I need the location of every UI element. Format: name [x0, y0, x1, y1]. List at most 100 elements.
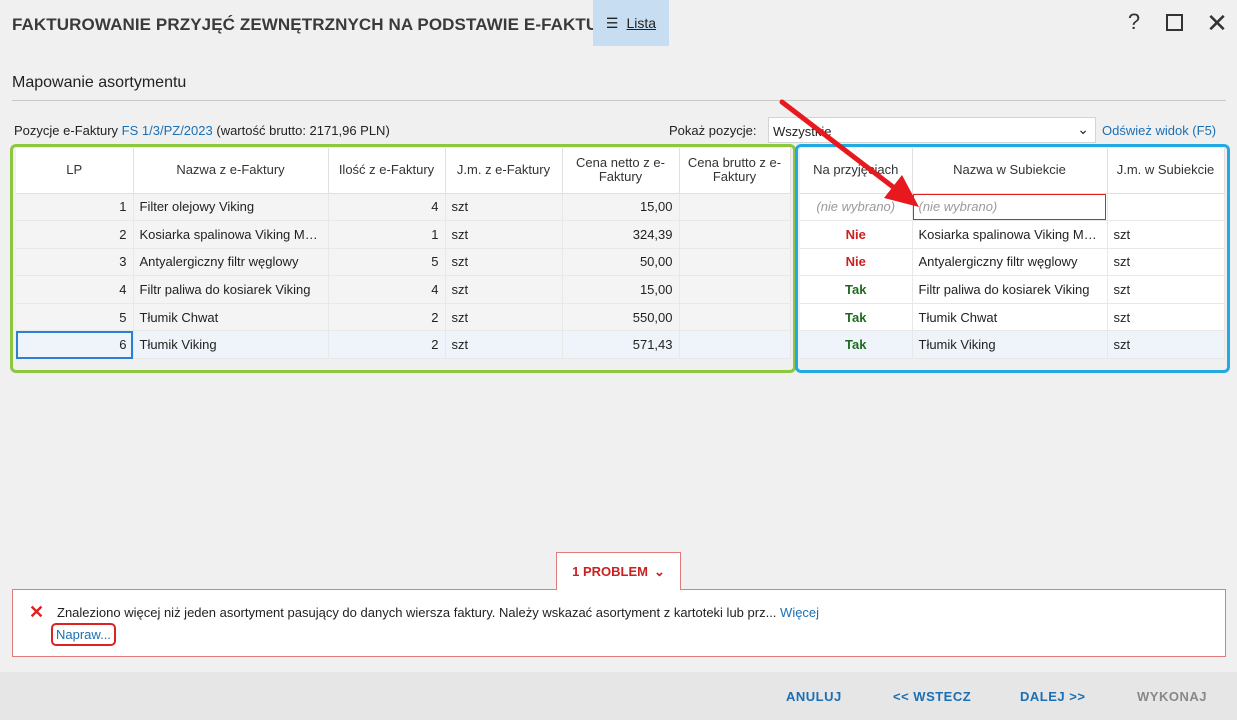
subiekt-name-cell[interactable]: (nie wybrano)	[912, 193, 1108, 222]
show-items-value: Wszystkie	[773, 124, 832, 139]
subiekt-unit-cell[interactable]	[1107, 193, 1225, 222]
window-title: FAKTUROWANIE PRZYJĘĆ ZEWNĘTRZNYCH NA POD…	[12, 15, 622, 34]
refresh-view-link[interactable]: Odśwież widok (F5)	[1102, 123, 1216, 138]
close-icon[interactable]: ✕	[1203, 8, 1231, 39]
table-row[interactable]: 5 Tłumik Chwat 2 szt 550,00	[16, 303, 791, 332]
subiekt-unit-cell[interactable]: szt	[1107, 275, 1225, 304]
table-row[interactable]: Nie Antyalergiczny filtr węglowy szt	[800, 248, 1225, 277]
help-icon[interactable]: ?	[1120, 9, 1148, 35]
gross-price-cell[interactable]	[679, 330, 791, 360]
problem-more-link[interactable]: Więcej	[780, 605, 819, 620]
unit-cell[interactable]: szt	[445, 275, 563, 304]
column-header[interactable]: Nazwa w Subiekcie	[912, 148, 1108, 194]
on-receipt-cell[interactable]: Nie	[800, 220, 913, 249]
name-cell[interactable]: Antyalergiczny filtr węglowy	[133, 248, 329, 277]
table-row[interactable]: 3 Antyalergiczny filtr węglowy 5 szt 50,…	[16, 248, 791, 277]
problem-tab[interactable]: 1 PROBLEM ⌄	[556, 552, 681, 590]
column-header[interactable]: Nazwa z e-Faktury	[133, 148, 329, 194]
on-receipt-cell[interactable]: Tak	[800, 275, 913, 304]
lp-cell[interactable]: 6	[16, 330, 134, 360]
on-receipt-cell[interactable]: Tak	[800, 303, 913, 332]
name-cell[interactable]: Tłumik Viking	[133, 330, 329, 360]
name-cell[interactable]: Kosiarka spalinowa Viking MB 248 T	[133, 220, 329, 249]
invoice-info-suffix: (wartość brutto: 2171,96 PLN)	[216, 123, 390, 138]
show-items-label: Pokaż pozycje:	[669, 123, 757, 138]
unit-cell[interactable]: szt	[445, 220, 563, 249]
list-button[interactable]: ☰ Lista	[593, 0, 669, 46]
unit-cell[interactable]: szt	[445, 193, 563, 222]
invoice-doc-link[interactable]: FS 1/3/PZ/2023	[122, 123, 213, 138]
column-header[interactable]: Cena brutto z e-Faktury	[679, 148, 791, 194]
gross-price-cell[interactable]	[679, 303, 791, 332]
qty-cell[interactable]: 2	[328, 303, 446, 332]
gross-price-cell[interactable]	[679, 193, 791, 222]
column-header[interactable]: Na przyjęciach	[800, 148, 913, 194]
table-row[interactable]: Nie Kosiarka spalinowa Viking MB 248 T s…	[800, 220, 1225, 249]
title-bar: FAKTUROWANIE PRZYJĘĆ ZEWNĘTRZNYCH NA POD…	[0, 0, 1237, 47]
lp-cell[interactable]: 4	[16, 275, 134, 304]
gross-price-cell[interactable]	[679, 275, 791, 304]
gross-price-cell[interactable]	[679, 220, 791, 249]
net-price-cell[interactable]: 15,00	[562, 193, 680, 222]
maximize-icon[interactable]	[1160, 11, 1188, 37]
invoice-info: Pozycje e-Faktury FS 1/3/PZ/2023 (wartoś…	[14, 123, 390, 138]
subiekt-unit-cell[interactable]: szt	[1107, 248, 1225, 277]
lp-cell[interactable]: 5	[16, 303, 134, 332]
qty-cell[interactable]: 5	[328, 248, 446, 277]
table-row-selected[interactable]: 6 Tłumik Viking 2 szt 571,43	[16, 330, 791, 360]
cancel-button[interactable]: ANULUJ	[786, 689, 842, 704]
column-header[interactable]: J.m. z e-Faktury	[445, 148, 563, 194]
show-items-select[interactable]: Wszystkie ⌄	[768, 117, 1096, 143]
subiekt-unit-cell[interactable]: szt	[1107, 330, 1225, 360]
on-receipt-cell[interactable]: Nie	[800, 248, 913, 277]
subiekt-unit-cell[interactable]: szt	[1107, 303, 1225, 332]
gross-price-cell[interactable]	[679, 248, 791, 277]
name-cell[interactable]: Filtr paliwa do kosiarek Viking	[133, 275, 329, 304]
on-receipt-cell[interactable]: Tak	[800, 330, 913, 360]
fix-link[interactable]: Napraw...	[51, 623, 116, 646]
column-header[interactable]: J.m. w Subiekcie	[1107, 148, 1225, 194]
unit-cell[interactable]: szt	[445, 248, 563, 277]
chevron-down-icon: ⌄	[1077, 121, 1089, 137]
column-header[interactable]: LP	[16, 148, 134, 194]
net-price-cell[interactable]: 571,43	[562, 330, 680, 360]
execute-button[interactable]: WYKONAJ	[1137, 689, 1207, 704]
column-header[interactable]: Ilość z e-Faktury	[328, 148, 446, 194]
table-row[interactable]: (nie wybrano) (nie wybrano)	[800, 193, 1225, 222]
subiekt-name-cell[interactable]: Tłumik Chwat	[912, 303, 1108, 332]
table-row[interactable]: 1 Filter olejowy Viking 4 szt 15,00	[16, 193, 791, 222]
table-row[interactable]: Tak Filtr paliwa do kosiarek Viking szt	[800, 275, 1225, 304]
qty-cell[interactable]: 2	[328, 330, 446, 360]
unit-cell[interactable]: szt	[445, 303, 563, 332]
lp-cell[interactable]: 3	[16, 248, 134, 277]
unit-cell[interactable]: szt	[445, 330, 563, 360]
subiekt-name-cell[interactable]: Antyalergiczny filtr węglowy	[912, 248, 1108, 277]
qty-cell[interactable]: 4	[328, 193, 446, 222]
subiekt-unit-cell[interactable]: szt	[1107, 220, 1225, 249]
table-row[interactable]: 2 Kosiarka spalinowa Viking MB 248 T 1 s…	[16, 220, 791, 249]
table-header-row: Na przyjęciach Nazwa w Subiekcie J.m. w …	[800, 148, 1225, 194]
net-price-cell[interactable]: 15,00	[562, 275, 680, 304]
on-receipt-cell[interactable]: (nie wybrano)	[800, 193, 913, 222]
table-row[interactable]: 4 Filtr paliwa do kosiarek Viking 4 szt …	[16, 275, 791, 304]
next-button[interactable]: DALEJ >>	[1020, 689, 1085, 704]
lp-cell[interactable]: 2	[16, 220, 134, 249]
net-price-cell[interactable]: 550,00	[562, 303, 680, 332]
table-row-selected[interactable]: Tak Tłumik Viking szt	[800, 330, 1225, 360]
net-price-cell[interactable]: 50,00	[562, 248, 680, 277]
lp-cell[interactable]: 1	[16, 193, 134, 222]
problem-message: Znaleziono więcej niż jeden asortyment p…	[57, 605, 819, 620]
qty-cell[interactable]: 1	[328, 220, 446, 249]
qty-cell[interactable]: 4	[328, 275, 446, 304]
name-cell[interactable]: Filter olejowy Viking	[133, 193, 329, 222]
subiekt-name-cell[interactable]: Tłumik Viking	[912, 330, 1108, 360]
table-row[interactable]: Tak Tłumik Chwat szt	[800, 303, 1225, 332]
net-price-cell[interactable]: 324,39	[562, 220, 680, 249]
column-header[interactable]: Cena netto z e-Faktury	[562, 148, 680, 194]
subiekt-name-cell[interactable]: Filtr paliwa do kosiarek Viking	[912, 275, 1108, 304]
name-cell[interactable]: Tłumik Chwat	[133, 303, 329, 332]
list-button-label: Lista	[626, 15, 657, 31]
subiekt-name-cell[interactable]: Kosiarka spalinowa Viking MB 248 T	[912, 220, 1108, 249]
back-button[interactable]: << WSTECZ	[893, 689, 971, 704]
problem-message-text: Znaleziono więcej niż jeden asortyment p…	[57, 605, 777, 620]
